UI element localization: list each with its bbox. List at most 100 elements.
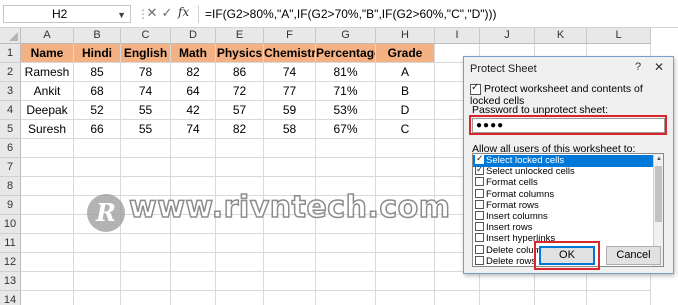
checkbox-icon[interactable] — [475, 255, 484, 265]
checkbox-icon[interactable] — [475, 164, 484, 176]
empty-cell[interactable] — [587, 291, 651, 305]
empty-cell[interactable] — [264, 291, 316, 305]
empty-cell[interactable] — [74, 272, 121, 291]
empty-cell[interactable] — [316, 139, 376, 158]
empty-cell[interactable] — [316, 291, 376, 305]
row-header-4[interactable]: 4 — [0, 101, 21, 120]
data-cell[interactable]: 55 — [121, 120, 171, 139]
row-header-11[interactable]: 11 — [0, 234, 21, 253]
empty-cell[interactable] — [121, 253, 171, 272]
empty-cell[interactable] — [316, 272, 376, 291]
column-header-c[interactable]: C — [121, 28, 171, 44]
data-cell[interactable]: C — [376, 120, 435, 139]
data-cell[interactable]: 77 — [264, 82, 316, 101]
empty-cell[interactable] — [376, 253, 435, 272]
header-cell[interactable]: Math — [171, 44, 216, 63]
empty-cell[interactable] — [535, 291, 587, 305]
scroll-up-icon[interactable]: ▲ — [654, 154, 663, 164]
data-cell[interactable]: Suresh — [21, 120, 74, 139]
empty-cell[interactable] — [535, 272, 587, 291]
checkbox-icon[interactable] — [475, 188, 484, 198]
permission-item[interactable]: Format rows — [473, 199, 654, 212]
header-cell[interactable]: Name — [21, 44, 74, 63]
empty-cell[interactable] — [171, 158, 216, 177]
row-header-7[interactable]: 7 — [0, 158, 21, 177]
cancel-button[interactable]: Cancel — [606, 246, 661, 265]
empty-cell[interactable] — [74, 253, 121, 272]
select-all-button[interactable] — [0, 28, 21, 44]
checkbox-icon[interactable] — [475, 199, 484, 209]
data-cell[interactable]: D — [376, 101, 435, 120]
data-cell[interactable]: 68 — [74, 82, 121, 101]
row-header-1[interactable]: 1 — [0, 44, 21, 63]
data-cell[interactable]: 78 — [121, 63, 171, 82]
empty-cell[interactable] — [316, 253, 376, 272]
empty-cell[interactable] — [121, 158, 171, 177]
cancel-formula-button[interactable]: ✕ — [145, 5, 159, 21]
column-header-i[interactable]: I — [435, 28, 480, 44]
checkbox-icon[interactable] — [475, 211, 484, 220]
header-cell[interactable]: Percentage — [316, 44, 376, 63]
data-cell[interactable]: 67% — [316, 120, 376, 139]
empty-cell[interactable] — [216, 139, 264, 158]
data-cell[interactable]: 66 — [74, 120, 121, 139]
empty-cell[interactable] — [21, 253, 74, 272]
header-cell[interactable]: Physics — [216, 44, 264, 63]
column-header-j[interactable]: J — [480, 28, 535, 44]
data-cell[interactable]: 58 — [264, 120, 316, 139]
row-header-5[interactable]: 5 — [0, 120, 21, 139]
permission-item[interactable]: Select unlocked cells — [473, 164, 654, 178]
empty-cell[interactable] — [216, 253, 264, 272]
column-header-g[interactable]: G — [316, 28, 376, 44]
empty-cell[interactable] — [216, 158, 264, 177]
column-header-f[interactable]: F — [264, 28, 316, 44]
column-header-h[interactable]: H — [376, 28, 435, 44]
data-cell[interactable]: 42 — [171, 101, 216, 120]
data-cell[interactable]: A — [376, 63, 435, 82]
empty-cell[interactable] — [376, 272, 435, 291]
data-cell[interactable]: 53% — [316, 101, 376, 120]
data-cell[interactable]: 52 — [74, 101, 121, 120]
empty-cell[interactable] — [171, 253, 216, 272]
row-header-13[interactable]: 13 — [0, 272, 21, 291]
data-cell[interactable]: 72 — [216, 82, 264, 101]
data-cell[interactable]: 55 — [121, 101, 171, 120]
empty-cell[interactable] — [21, 291, 74, 305]
empty-cell[interactable] — [435, 291, 480, 305]
data-cell[interactable]: 85 — [74, 63, 121, 82]
empty-cell[interactable] — [21, 139, 74, 158]
data-cell[interactable]: Ankit — [21, 82, 74, 101]
empty-cell[interactable] — [480, 291, 535, 305]
data-cell[interactable]: Ramesh — [21, 63, 74, 82]
empty-cell[interactable] — [121, 291, 171, 305]
column-header-l[interactable]: L — [587, 28, 651, 44]
empty-cell[interactable] — [264, 272, 316, 291]
enter-formula-button[interactable]: ✓ — [160, 5, 174, 21]
column-header-k[interactable]: K — [535, 28, 587, 44]
empty-cell[interactable] — [74, 291, 121, 305]
column-header-b[interactable]: B — [74, 28, 121, 44]
permission-item[interactable]: Select locked cells — [473, 154, 654, 167]
column-header-e[interactable]: E — [216, 28, 264, 44]
empty-cell[interactable] — [587, 272, 651, 291]
column-header-d[interactable]: D — [171, 28, 216, 44]
permission-item[interactable]: Insert columns — [473, 211, 654, 223]
row-header-2[interactable]: 2 — [0, 63, 21, 82]
header-cell[interactable]: Grade — [376, 44, 435, 63]
data-cell[interactable]: 82 — [171, 63, 216, 82]
header-cell[interactable]: Chemistry — [264, 44, 316, 63]
empty-cell[interactable] — [216, 291, 264, 305]
row-header-3[interactable]: 3 — [0, 82, 21, 101]
checkbox-icon[interactable] — [475, 233, 484, 243]
row-header-14[interactable]: 14 — [0, 291, 21, 305]
permission-item[interactable]: Format cells — [473, 177, 654, 189]
checkbox-icon[interactable] — [475, 244, 484, 254]
empty-cell[interactable] — [316, 158, 376, 177]
protect-worksheet-checkbox[interactable]: Protect worksheet and contents of locked… — [470, 82, 670, 107]
empty-cell[interactable] — [21, 196, 74, 215]
empty-cell[interactable] — [480, 272, 535, 291]
empty-cell[interactable] — [171, 291, 216, 305]
row-header-6[interactable]: 6 — [0, 139, 21, 158]
empty-cell[interactable] — [171, 272, 216, 291]
close-icon[interactable]: ✕ — [654, 60, 664, 74]
